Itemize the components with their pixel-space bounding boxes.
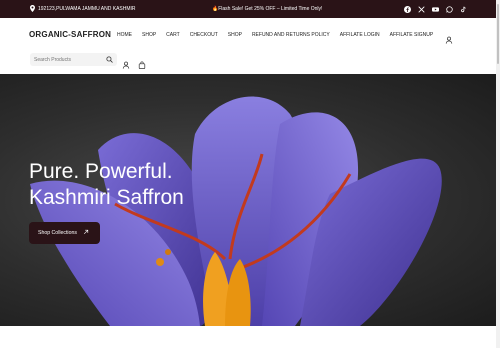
scrollbar-thumb[interactable] xyxy=(497,4,499,64)
tiktok-icon[interactable] xyxy=(460,6,467,13)
user-icon[interactable] xyxy=(122,56,130,69)
account-icon[interactable] xyxy=(445,31,453,44)
nav-shop-2[interactable]: SHOP xyxy=(228,32,242,38)
nav-refund-policy[interactable]: REFUND AND RETURNS POLICY xyxy=(252,32,330,38)
location-text: 192123,PULWAMA JAMMU AND KASHMIR xyxy=(38,6,136,12)
x-icon[interactable] xyxy=(418,5,425,13)
page-below-hero xyxy=(0,326,500,348)
main-nav: HOME SHOP CART CHECKOUT SHOP REFUND AND … xyxy=(117,30,443,40)
youtube-icon[interactable] xyxy=(432,6,439,13)
search-input[interactable] xyxy=(34,56,104,63)
hero-title-line2: Kashmiri Saffron xyxy=(29,186,184,209)
map-pin-icon xyxy=(30,4,35,14)
shopping-bag-icon[interactable] xyxy=(138,56,146,69)
hero-title-line1: Pure. Powerful. xyxy=(29,160,173,183)
location-info: 192123,PULWAMA JAMMU AND KASHMIR xyxy=(30,0,136,18)
hero-heading: Pure. Powerful. Kashmiri Saffron xyxy=(29,159,249,211)
nav-affiliate-login[interactable]: AFFILATE LOGIN xyxy=(340,32,380,38)
promo-message: 🔥Flash Sale! Get 25% OFF – Limited Time … xyxy=(212,0,322,18)
social-links xyxy=(404,0,467,18)
hero-banner: Pure. Powerful. Kashmiri Saffron Shop Co… xyxy=(0,74,500,326)
shop-collections-button[interactable]: Shop Collections xyxy=(29,222,100,244)
facebook-icon[interactable] xyxy=(404,5,411,13)
search-bar xyxy=(30,53,117,66)
site-logo[interactable]: ORGANIC-SAFFRON xyxy=(29,30,111,39)
page-scrollbar[interactable] xyxy=(496,0,500,348)
arrow-up-right-icon xyxy=(83,229,89,237)
nav-cart[interactable]: CART xyxy=(166,32,180,38)
nav-home[interactable]: HOME xyxy=(117,32,132,38)
nav-shop[interactable]: SHOP xyxy=(142,32,156,38)
search-icon[interactable] xyxy=(106,56,113,63)
announcement-bar: 192123,PULWAMA JAMMU AND KASHMIR 🔥Flash … xyxy=(0,0,500,18)
promo-text: 🔥Flash Sale! Get 25% OFF – Limited Time … xyxy=(212,6,323,12)
nav-affiliate-signup[interactable]: AFFILATE SIGNUP xyxy=(390,32,434,38)
site-header: ORGANIC-SAFFRON HOME SHOP CART CHECKOUT … xyxy=(0,18,500,74)
nav-checkout[interactable]: CHECKOUT xyxy=(190,32,218,38)
shop-collections-label: Shop Collections xyxy=(38,230,77,236)
whatsapp-icon[interactable] xyxy=(446,5,453,13)
